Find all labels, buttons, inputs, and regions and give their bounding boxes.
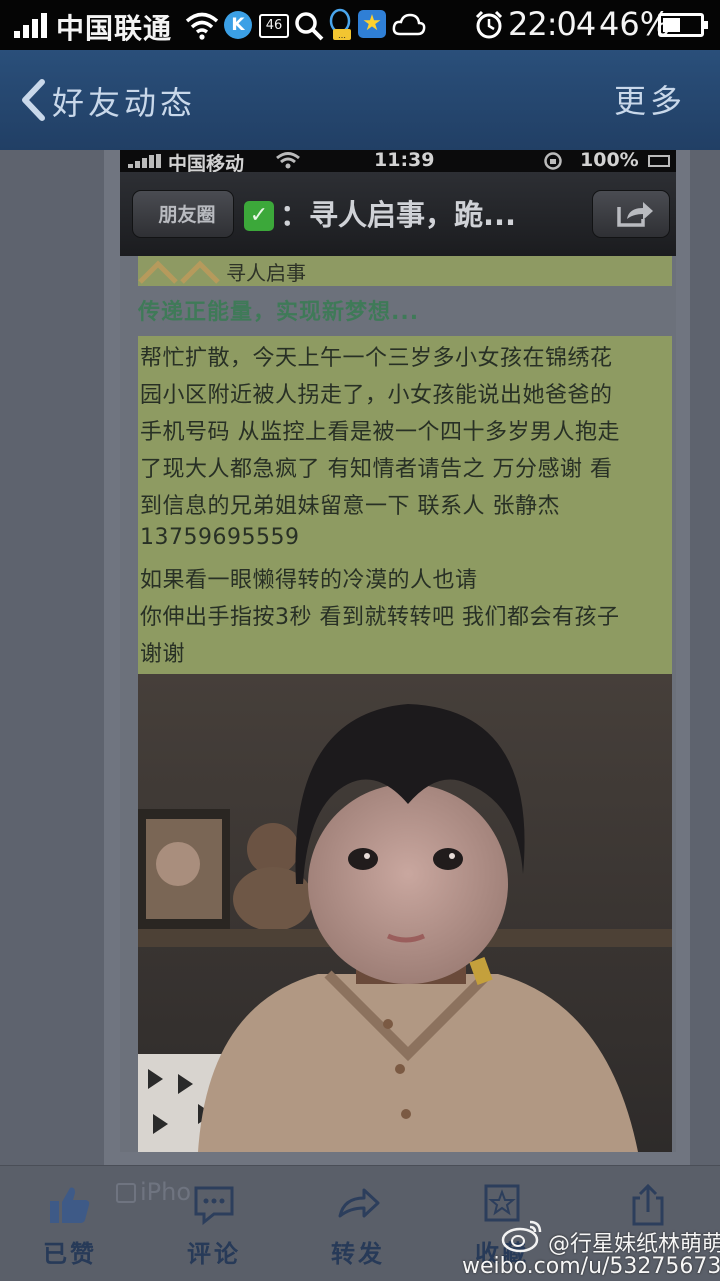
wifi-icon xyxy=(185,12,219,40)
like-label: 已赞 xyxy=(43,1239,97,1268)
forward-button[interactable]: 转发 xyxy=(298,1166,418,1281)
k-app-icon: K xyxy=(224,11,252,39)
message-line: 13759695559 xyxy=(140,525,300,550)
inner-time: 11:39 xyxy=(374,150,435,171)
status-bar: 中国联通 K 46 … ★ 22:04 46% xyxy=(0,0,720,50)
battery-icon xyxy=(658,13,708,37)
back-button-label: 好友动态 xyxy=(52,84,197,122)
embedded-screenshot[interactable]: 中国移动 11:39 100% 朋友圈 ✓ ：寻人启事，跪... 寻人启事 传递… xyxy=(120,150,676,1152)
inner-title: ：寻人启事，跪... xyxy=(280,198,517,232)
inner-battery-percent: 100% xyxy=(580,150,639,171)
signal-icon xyxy=(14,12,48,38)
rotation-lock-icon xyxy=(544,152,562,170)
forward-label: 转发 xyxy=(331,1239,385,1268)
clock-time: 22:04 xyxy=(508,5,596,43)
child-photo[interactable] xyxy=(138,674,672,1152)
comment-icon xyxy=(194,1186,234,1226)
inner-share-button[interactable] xyxy=(592,190,670,238)
check-emoji-icon: ✓ xyxy=(244,201,274,231)
message-line: 手机号码 从监控上看是被一个四十多岁男人抱走 xyxy=(140,420,620,445)
message-line: 你伸出手指按3秒 看到就转转吧 我们都会有孩子 xyxy=(140,605,620,630)
inner-post-body: 寻人启事 传递正能量，实现新梦想... 帮忙扩散，今天上午一个三岁多小女孩在锦绣… xyxy=(120,256,676,1152)
comment-button[interactable]: 评论 xyxy=(154,1166,274,1281)
carrier-name: 中国联通 xyxy=(56,12,173,45)
share-arrow-icon xyxy=(617,202,653,227)
inner-signal-icon xyxy=(128,154,162,168)
message-line: 到信息的兄弟姐妹留意一下 联系人 张静杰 xyxy=(140,494,560,519)
cloud-icon xyxy=(392,13,426,36)
qq-icon: … xyxy=(329,8,351,40)
app-header: 好友动态 更多 xyxy=(0,50,720,151)
like-button[interactable]: 已赞 xyxy=(10,1166,130,1281)
post-header-text: 寻人启事 xyxy=(226,261,306,285)
chevron-left-icon xyxy=(22,79,45,121)
post-header: 寻人启事 xyxy=(138,256,672,286)
svg-text:…: … xyxy=(338,31,346,40)
action-bar: iPho 已赞 评论 转发 收藏 @行星妹纸林萌萌i weibo.com/u/5… xyxy=(0,1165,720,1281)
inner-battery-icon xyxy=(648,155,670,167)
post-message-box: 帮忙扩散，今天上午一个三岁多小女孩在锦绣花 园小区附近被人拐走了，小女孩能说出她… xyxy=(138,336,672,674)
search-icon xyxy=(295,12,324,41)
pray-hands-icon xyxy=(138,260,220,284)
inner-nav-bar: 朋友圈 ✓ ：寻人启事，跪... xyxy=(120,172,676,257)
message-line: 了现大人都急疯了 有知情者请告之 万分感谢 看 xyxy=(140,457,613,482)
share-icon xyxy=(632,1183,664,1226)
alarm-icon xyxy=(475,10,503,39)
more-button[interactable]: 更多 xyxy=(614,76,686,122)
weibo-logo-icon xyxy=(501,1220,542,1253)
watermark-url: weibo.com/u/5327567323 xyxy=(462,1254,720,1279)
message-line: 园小区附近被人拐走了，小女孩能说出她爸爸的 xyxy=(140,383,613,408)
moments-back-button[interactable]: 朋友圈 xyxy=(132,190,234,238)
message-line: 如果看一眼懒得转的冷漠的人也请 xyxy=(140,568,478,593)
star-app-icon: ★ xyxy=(358,10,386,38)
message-line: 谢谢 xyxy=(140,642,186,667)
inner-wifi-icon xyxy=(276,152,300,169)
network-badge: 46 xyxy=(259,14,289,38)
message-line: 帮忙扩散，今天上午一个三岁多小女孩在锦绣花 xyxy=(140,346,613,371)
thumbs-up-icon xyxy=(50,1187,90,1223)
inner-status-bar: 中国移动 11:39 100% xyxy=(120,150,676,175)
back-button[interactable]: 好友动态 xyxy=(14,74,204,126)
comment-label: 评论 xyxy=(187,1239,241,1268)
forward-icon xyxy=(338,1188,380,1218)
post-slogan: 传递正能量，实现新梦想... xyxy=(138,300,420,325)
